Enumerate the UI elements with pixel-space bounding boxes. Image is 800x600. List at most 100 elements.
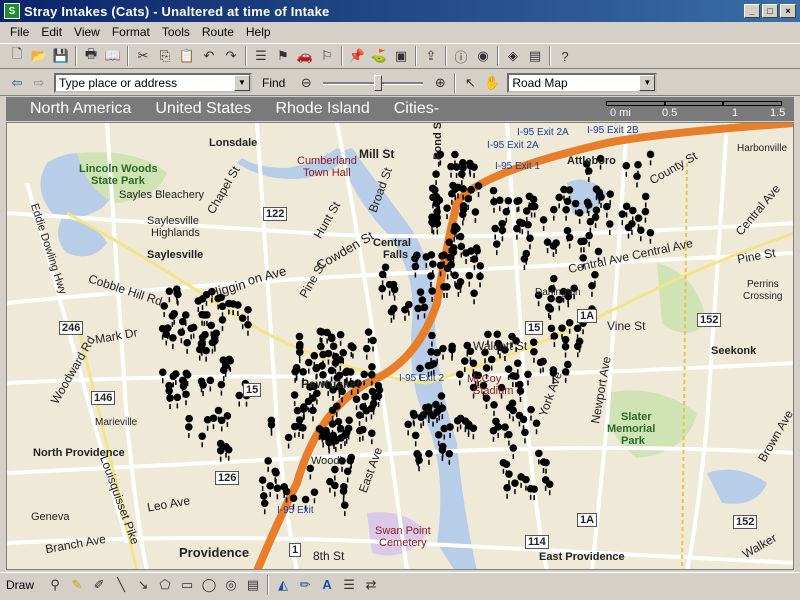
intake-pushpin[interactable] (206, 376, 215, 392)
save-icon[interactable]: 💾 (50, 45, 72, 67)
intake-pushpin[interactable] (404, 420, 412, 436)
intake-pushpin[interactable] (503, 483, 511, 499)
intake-pushpin[interactable] (641, 207, 650, 223)
intake-pushpin[interactable] (244, 321, 252, 336)
intake-pushpin[interactable] (526, 485, 535, 500)
intake-pushpin[interactable] (447, 162, 455, 178)
forward-arrow-icon[interactable]: ⇨ (28, 72, 50, 94)
intake-pushpin[interactable] (331, 481, 339, 497)
menu-file[interactable]: File (4, 25, 35, 39)
intake-pushpin[interactable] (555, 295, 564, 311)
arrow-tool-icon[interactable]: ↘ (132, 574, 154, 596)
data-mapping-icon[interactable]: ◈ (502, 45, 524, 67)
intake-pushpin[interactable] (235, 391, 243, 407)
intake-pushpin[interactable] (470, 163, 478, 179)
intake-pushpin[interactable] (523, 207, 531, 223)
intake-pushpin[interactable] (459, 210, 467, 226)
font-color-icon[interactable]: A (316, 574, 338, 596)
intake-pushpin[interactable] (362, 407, 371, 422)
intake-pushpin[interactable] (336, 331, 345, 346)
intake-pushpin[interactable] (588, 281, 596, 297)
rectangle-tool-icon[interactable]: ▭ (176, 574, 198, 596)
intake-pushpin[interactable] (218, 316, 227, 331)
intake-pushpin[interactable] (160, 302, 168, 317)
fill-color-icon[interactable]: ◭ (272, 574, 294, 596)
intake-pushpin[interactable] (378, 270, 387, 286)
intake-pushpin[interactable] (646, 228, 655, 244)
map-icon[interactable]: ▣ (390, 45, 412, 67)
intake-pushpin[interactable] (185, 423, 193, 439)
freeform-icon[interactable]: ✐ (88, 574, 110, 596)
intake-pushpin[interactable] (633, 172, 641, 188)
export-icon[interactable]: ⇪ (420, 45, 442, 67)
menu-format[interactable]: Format (106, 25, 156, 39)
line-color-icon[interactable]: ✏ (294, 574, 316, 596)
intake-pushpin[interactable] (514, 359, 522, 375)
intake-pushpin[interactable] (489, 427, 498, 442)
intake-pushpin[interactable] (546, 480, 554, 496)
map-style-value[interactable]: Road Map (509, 76, 639, 90)
intake-pushpin[interactable] (586, 217, 595, 233)
close-button[interactable]: × (780, 4, 796, 18)
intake-pushpin[interactable] (576, 209, 584, 224)
arrow-style-icon[interactable]: ⇄ (360, 574, 382, 596)
intake-pushpin[interactable] (310, 488, 319, 504)
intake-pushpin[interactable] (470, 289, 478, 305)
zoom-in-icon[interactable]: ⊕ (429, 72, 451, 94)
pushpin-tool-icon[interactable]: ⚲ (44, 574, 66, 596)
info-icon[interactable]: ⓘ (450, 45, 472, 67)
place-search-input[interactable]: Type place or address (56, 76, 234, 90)
pushpin-icon[interactable]: 📌 (346, 45, 368, 67)
intake-pushpin[interactable] (218, 416, 226, 432)
intake-pushpin[interactable] (290, 391, 299, 407)
intake-pushpin[interactable] (272, 469, 280, 484)
intake-pushpin[interactable] (509, 444, 517, 460)
intake-pushpin[interactable] (258, 476, 267, 492)
intake-pushpin[interactable] (505, 430, 513, 446)
open-icon[interactable]: 📂 (28, 45, 50, 67)
intake-pushpin[interactable] (443, 204, 451, 220)
zoom-out-icon[interactable]: ⊖ (295, 72, 317, 94)
intake-pushpin[interactable] (264, 457, 272, 472)
intake-pushpin[interactable] (194, 297, 202, 312)
intake-pushpin[interactable] (169, 334, 177, 349)
chevron-down-icon[interactable]: ▼ (639, 74, 656, 91)
intake-pushpin[interactable] (543, 238, 552, 254)
menu-tools[interactable]: Tools (156, 25, 196, 39)
intake-pushpin[interactable] (573, 324, 582, 340)
intake-pushpin[interactable] (493, 240, 501, 256)
oval-tool-icon[interactable]: ◯ (198, 574, 220, 596)
car-icon[interactable]: 🚗 (294, 45, 316, 67)
minimize-button[interactable]: _ (744, 4, 760, 18)
intake-pushpin[interactable] (482, 394, 491, 410)
intake-pushpin[interactable] (266, 482, 274, 497)
maximize-button[interactable]: □ (762, 4, 778, 18)
intake-pushpin[interactable] (642, 192, 650, 208)
intake-pushpin[interactable] (273, 484, 282, 500)
intake-pushpin[interactable] (526, 234, 534, 250)
back-arrow-icon[interactable]: ⇦ (6, 72, 28, 94)
intake-pushpin[interactable] (453, 417, 462, 432)
intake-pushpin[interactable] (299, 424, 307, 439)
place-search-combo[interactable]: Type place or address ▼ (54, 72, 252, 93)
intake-pushpin[interactable] (458, 170, 466, 186)
intake-pushpin[interactable] (425, 450, 433, 465)
intake-pushpin[interactable] (603, 202, 611, 218)
book-icon[interactable]: 📖 (102, 45, 124, 67)
intake-pushpin[interactable] (390, 285, 399, 301)
menu-view[interactable]: View (68, 25, 106, 39)
intake-pushpin[interactable] (218, 302, 227, 318)
radius-tool-icon[interactable]: ◎ (220, 574, 242, 596)
intake-pushpin[interactable] (378, 284, 386, 300)
paste-icon[interactable]: 📋 (176, 45, 198, 67)
print-icon[interactable]: 🖶 (80, 45, 102, 67)
copy-icon[interactable]: ⎘ (154, 45, 176, 67)
intake-pushpin[interactable] (646, 150, 655, 166)
draw-menu-button[interactable]: Draw (6, 578, 34, 592)
intake-pushpin[interactable] (539, 216, 548, 231)
flag-icon[interactable]: ⚐ (316, 45, 338, 67)
intake-pushpin[interactable] (324, 349, 333, 365)
find-button[interactable]: Find (262, 76, 285, 90)
intake-pushpin[interactable] (629, 206, 637, 222)
freeform-shape-icon[interactable]: ⬠ (154, 574, 176, 596)
